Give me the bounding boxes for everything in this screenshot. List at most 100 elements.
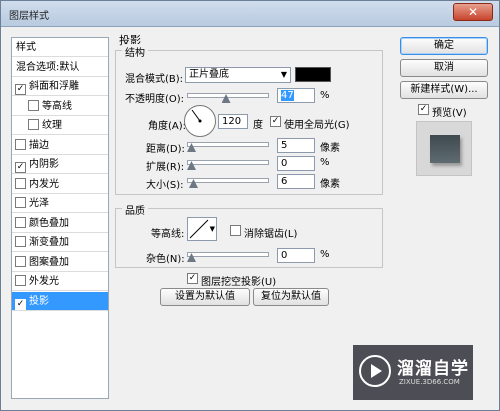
- noise-label: 杂色(N):: [146, 254, 185, 265]
- blend-mode-value: 正片叠底: [189, 69, 229, 80]
- style-list-item[interactable]: 纹理: [12, 116, 108, 135]
- style-list-item[interactable]: ✓ 内阴影: [12, 155, 108, 174]
- style-list-item[interactable]: 光泽: [12, 194, 108, 213]
- structure-title: 结构: [122, 44, 148, 59]
- style-list-item[interactable]: 内发光: [12, 175, 108, 194]
- shadow-color-swatch[interactable]: [295, 67, 331, 82]
- global-light-label: 使用全局光(G): [284, 120, 350, 131]
- distance-slider[interactable]: [187, 142, 269, 147]
- style-checkbox[interactable]: [15, 275, 26, 286]
- style-checkbox[interactable]: [15, 255, 26, 267]
- noise-input[interactable]: 0: [277, 248, 315, 263]
- close-button[interactable]: ✕: [453, 3, 493, 21]
- window-title: 图层样式: [9, 11, 49, 22]
- style-list-item[interactable]: ✓ 投影: [12, 291, 108, 311]
- knockout-checkbox[interactable]: ✓: [187, 273, 198, 284]
- spread-input[interactable]: 0: [277, 156, 315, 171]
- style-list-item-label: 纹理: [42, 120, 62, 131]
- style-list-item[interactable]: 图案叠加: [12, 253, 108, 272]
- blend-mode-label: 混合模式(B):: [125, 74, 184, 85]
- reset-default-button[interactable]: 复位为默认值: [253, 288, 329, 306]
- size-input[interactable]: 6: [277, 174, 315, 189]
- style-list-item-label: 斜面和浮雕: [29, 81, 79, 92]
- contour-curve-icon: [189, 219, 209, 239]
- angle-needle-icon: [191, 109, 202, 123]
- style-list-item[interactable]: 外发光: [12, 272, 108, 291]
- noise-slider[interactable]: [187, 252, 269, 257]
- style-list-item[interactable]: 颜色叠加: [12, 214, 108, 233]
- style-checkbox[interactable]: [28, 119, 39, 130]
- angle-dial[interactable]: [184, 105, 216, 137]
- spread-unit: %: [320, 157, 330, 168]
- spread-slider[interactable]: [187, 160, 269, 165]
- style-checkbox[interactable]: ✓: [15, 298, 26, 310]
- style-list-item[interactable]: 描边: [12, 136, 108, 155]
- make-default-button[interactable]: 设置为默认值: [160, 288, 250, 306]
- noise-unit: %: [320, 249, 330, 260]
- angle-label: 角度(A):: [148, 121, 187, 132]
- opacity-input[interactable]: 47: [277, 88, 315, 103]
- style-list-item-label: 外发光: [29, 276, 59, 287]
- style-list-header[interactable]: 样式: [12, 38, 108, 57]
- play-triangle-icon: [371, 364, 382, 378]
- style-list-item-label: 内发光: [29, 178, 59, 190]
- spread-label: 扩展(R):: [146, 162, 185, 173]
- style-list-header[interactable]: 混合选项:默认: [12, 58, 108, 77]
- dropdown-arrow-icon: ▼: [280, 70, 287, 79]
- watermark-url: ZIXUE.3D66.COM: [399, 378, 460, 386]
- distance-label: 距离(D):: [146, 144, 185, 155]
- style-list-item[interactable]: ✓ 斜面和浮雕: [12, 77, 108, 96]
- style-list-item-label: 图案叠加: [29, 256, 69, 268]
- opacity-unit: %: [320, 90, 330, 101]
- style-list-item[interactable]: 等高线: [12, 97, 108, 116]
- angle-unit: 度: [253, 120, 263, 131]
- style-checkbox[interactable]: [15, 216, 26, 228]
- angle-input[interactable]: 120: [218, 114, 248, 129]
- style-list-item-label: 光泽: [29, 198, 49, 209]
- watermark-name: 溜溜自学: [397, 359, 469, 379]
- style-list-item-label: 内阴影: [29, 159, 59, 170]
- preview-label: 预览(V): [432, 108, 467, 119]
- style-checkbox[interactable]: [15, 177, 26, 189]
- style-list: 样式 混合选项:默认 ✓ 斜面和浮雕 等高线 纹理 描边 ✓ 内阴影 内发光 光泽 颜色叠加 渐变叠加图…: [11, 37, 109, 399]
- style-checkbox[interactable]: [15, 138, 26, 150]
- antialias-label: 消除锯齿(L): [244, 229, 298, 240]
- blend-mode-select[interactable]: 正片叠底 ▼: [185, 67, 291, 83]
- style-list-header-label: 样式: [16, 42, 36, 53]
- contour-label: 等高线:: [151, 229, 185, 240]
- antialias-checkbox[interactable]: [230, 225, 241, 236]
- global-light-checkbox[interactable]: ✓: [270, 116, 281, 127]
- style-checkbox[interactable]: [15, 197, 26, 208]
- style-checkbox[interactable]: [28, 99, 39, 111]
- distance-input[interactable]: 5: [277, 138, 315, 153]
- distance-unit: 像素: [320, 143, 340, 154]
- preview-checkbox[interactable]: ✓: [418, 104, 429, 115]
- new-style-button[interactable]: 新建样式(W)...: [400, 81, 488, 99]
- close-icon: ✕: [467, 5, 479, 19]
- size-unit: 像素: [320, 179, 340, 190]
- cancel-button[interactable]: 取消: [400, 59, 488, 77]
- style-list-item-label: 等高线: [42, 100, 72, 112]
- style-list-item[interactable]: 渐变叠加: [12, 233, 108, 252]
- style-checkbox[interactable]: ✓: [15, 162, 26, 173]
- size-slider[interactable]: [187, 178, 269, 183]
- style-checkbox[interactable]: ✓: [15, 84, 26, 95]
- opacity-slider[interactable]: [187, 93, 269, 98]
- size-label: 大小(S):: [146, 180, 184, 191]
- style-checkbox[interactable]: [15, 236, 26, 247]
- style-list-item-label: 描边: [29, 139, 49, 151]
- style-list-item-label: 渐变叠加: [29, 237, 69, 248]
- opacity-label: 不透明度(O):: [125, 94, 185, 105]
- layer-style-dialog: 图层样式 ✕ 样式 混合选项:默认 ✓ 斜面和浮雕 等高线 纹理 描边 ✓ 内阴影 内发光 光泽 颜色…: [0, 0, 500, 411]
- contour-picker[interactable]: ▼: [187, 217, 217, 241]
- contour-dropdown-arrow-icon[interactable]: ▼: [210, 225, 215, 233]
- ok-button[interactable]: 确定: [400, 37, 488, 55]
- style-list-item-label: 颜色叠加: [29, 217, 69, 229]
- style-preview-thumbnail: [416, 121, 472, 176]
- knockout-label: 图层挖空投影(U): [201, 277, 277, 288]
- style-list-item-label: 投影: [29, 295, 49, 307]
- style-list-header-label: 混合选项:默认: [16, 61, 80, 73]
- quality-title: 品质: [122, 202, 148, 217]
- preview-swatch: [430, 135, 460, 163]
- title-bar[interactable]: 图层样式 ✕: [1, 1, 499, 27]
